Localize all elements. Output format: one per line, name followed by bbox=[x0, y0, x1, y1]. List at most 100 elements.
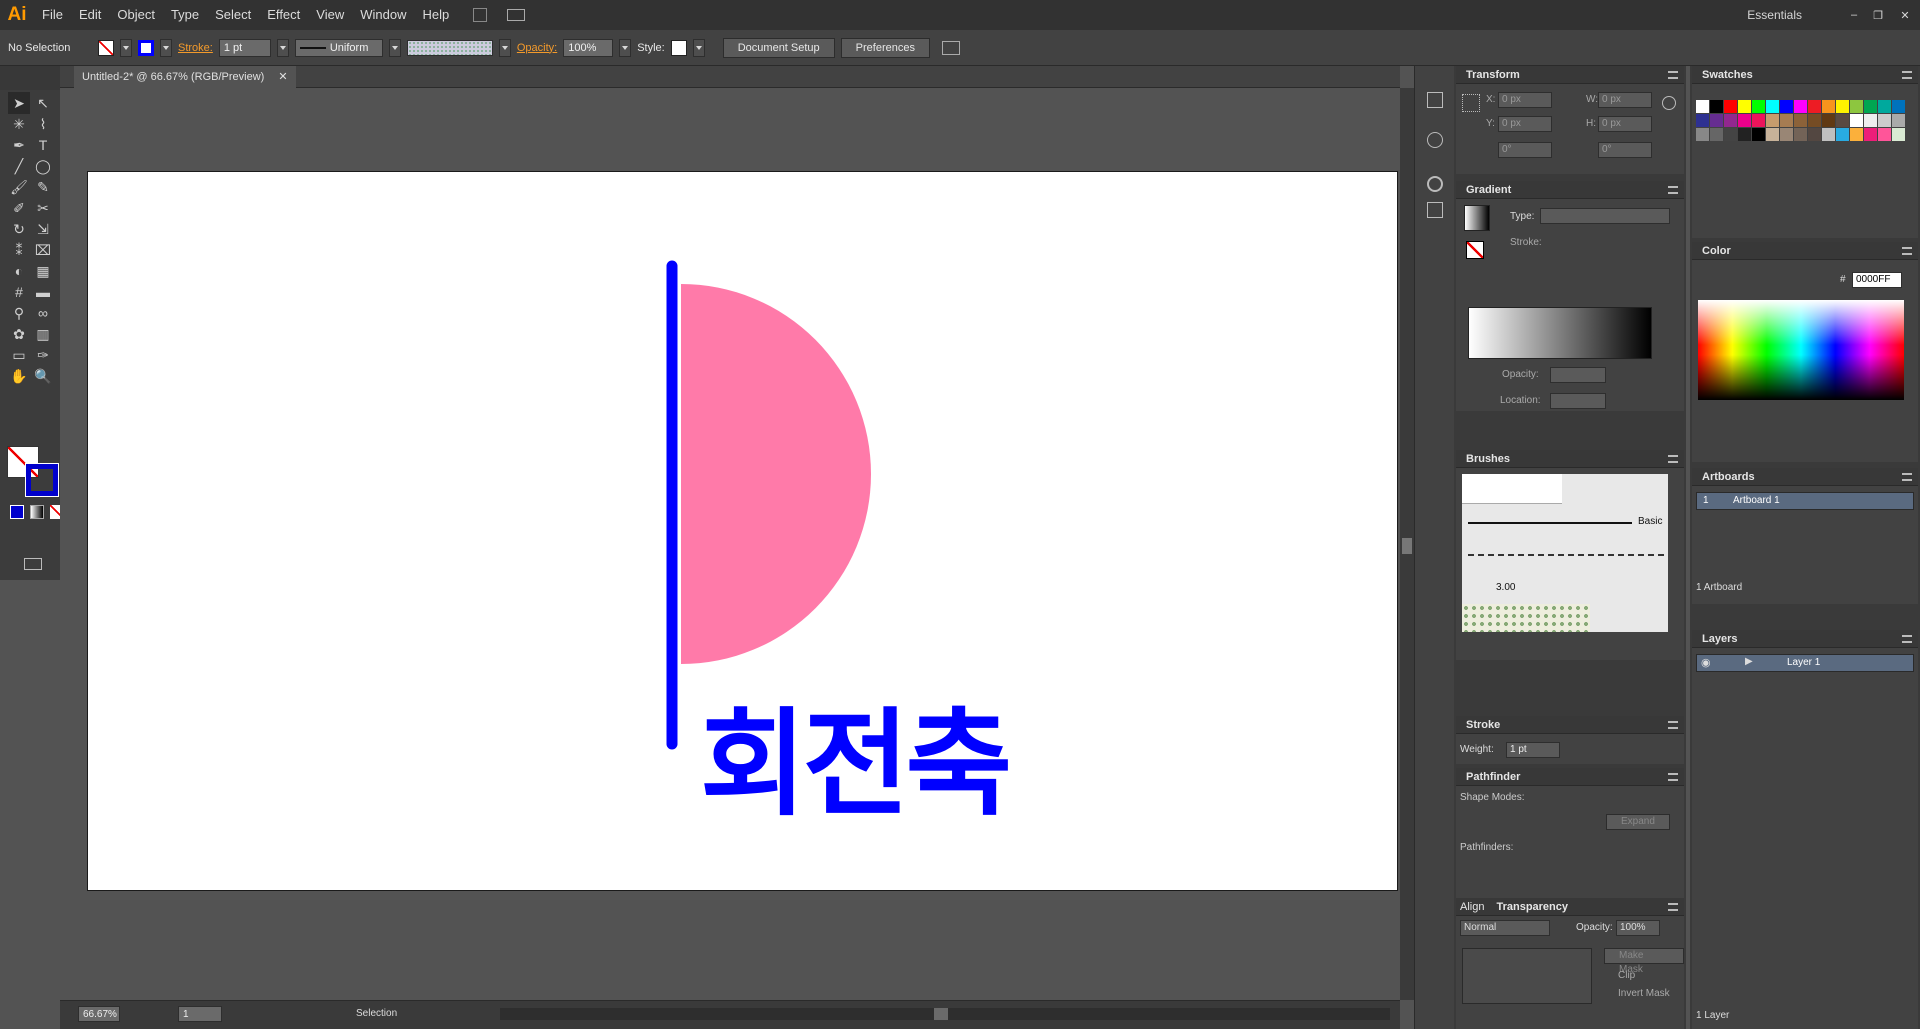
color-swatch[interactable] bbox=[1696, 128, 1709, 141]
rotate-tool-icon[interactable]: ↻ bbox=[8, 218, 30, 240]
color-swatch[interactable] bbox=[1822, 114, 1835, 127]
rotate-field[interactable]: 0° bbox=[1498, 142, 1552, 158]
gradient-title[interactable]: Gradient bbox=[1456, 181, 1684, 199]
stroke-color-swatch[interactable] bbox=[25, 463, 59, 497]
hex-field[interactable]: 0000FF bbox=[1852, 272, 1902, 288]
zoom-field[interactable]: 66.67% bbox=[78, 1006, 120, 1022]
gradient-mode-button[interactable] bbox=[30, 505, 44, 519]
color-swatch[interactable] bbox=[1752, 128, 1765, 141]
color-swatch[interactable] bbox=[1808, 128, 1821, 141]
color-spectrum[interactable] bbox=[1698, 300, 1904, 400]
color-swatch[interactable] bbox=[1738, 100, 1751, 113]
hand-tool-icon[interactable]: ✋ bbox=[8, 365, 30, 387]
opacity-dropdown[interactable] bbox=[619, 38, 632, 57]
w-field[interactable]: 0 px bbox=[1598, 92, 1652, 108]
stroke-dropdown[interactable] bbox=[160, 38, 172, 57]
blend-tool-icon[interactable]: ∞ bbox=[32, 302, 54, 324]
free-transform-tool-icon[interactable]: ⌧ bbox=[32, 239, 54, 261]
pen-tool-icon[interactable]: ✒ bbox=[8, 134, 30, 156]
blend-mode-dropdown[interactable]: Normal bbox=[1460, 920, 1550, 936]
color-swatch[interactable] bbox=[1822, 128, 1835, 141]
color-swatch[interactable] bbox=[1780, 114, 1793, 127]
document-tab[interactable]: Untitled-2* @ 66.67% (RGB/Preview) ✕ bbox=[74, 66, 296, 88]
color-swatch[interactable] bbox=[1808, 100, 1821, 113]
width-tool-icon[interactable]: ⁑ bbox=[8, 239, 30, 261]
color-swatch[interactable] bbox=[1808, 114, 1821, 127]
lasso-tool-icon[interactable]: ⌇ bbox=[32, 113, 54, 135]
expand-button[interactable]: Expand bbox=[1606, 814, 1670, 830]
color-swatch[interactable] bbox=[1766, 128, 1779, 141]
color-mode-button[interactable] bbox=[10, 505, 24, 519]
direct-selection-tool-icon[interactable]: ↖ bbox=[32, 92, 54, 114]
graphic-styles-icon[interactable] bbox=[1427, 202, 1443, 218]
brush-list[interactable]: Basic 3.00 bbox=[1462, 474, 1668, 632]
brushes-title[interactable]: Brushes bbox=[1456, 450, 1684, 468]
ellipse-tool-icon[interactable]: ◯ bbox=[32, 155, 54, 177]
align-tab[interactable]: Align bbox=[1460, 901, 1484, 913]
menu-edit[interactable]: Edit bbox=[71, 0, 109, 30]
minimize-button[interactable]: – bbox=[1842, 9, 1866, 21]
color-swatch[interactable] bbox=[1780, 128, 1793, 141]
menu-help[interactable]: Help bbox=[414, 0, 457, 30]
menu-select[interactable]: Select bbox=[207, 0, 259, 30]
opacity-label[interactable]: Opacity: bbox=[517, 42, 557, 54]
stroke-swatch[interactable] bbox=[138, 39, 154, 56]
color-swatch[interactable] bbox=[1766, 100, 1779, 113]
menu-type[interactable]: Type bbox=[163, 0, 207, 30]
color-swatch[interactable] bbox=[1836, 100, 1849, 113]
zoom-tool-icon[interactable]: 🔍 bbox=[32, 365, 54, 387]
opacity-field[interactable]: 100% bbox=[563, 38, 614, 57]
vertical-scrollbar[interactable] bbox=[1400, 88, 1414, 1000]
color-swatch[interactable] bbox=[1738, 114, 1751, 127]
bridge-icon[interactable] bbox=[473, 8, 488, 22]
brush-definition[interactable] bbox=[406, 39, 493, 56]
close-tab-icon[interactable]: ✕ bbox=[278, 71, 287, 83]
invert-mask-checkbox[interactable]: Invert Mask bbox=[1618, 988, 1670, 999]
variable-width-profile[interactable]: Uniform bbox=[294, 38, 383, 57]
swatch-grid[interactable] bbox=[1696, 100, 1906, 200]
workspace-switcher[interactable]: Essentials bbox=[1747, 8, 1802, 22]
fill-stroke-mini[interactable] bbox=[1466, 241, 1484, 259]
color-swatch[interactable] bbox=[1836, 114, 1849, 127]
stroke-title[interactable]: Stroke bbox=[1456, 716, 1684, 734]
color-swatch[interactable] bbox=[1794, 114, 1807, 127]
menu-file[interactable]: File bbox=[34, 0, 71, 30]
color-swatch[interactable] bbox=[1794, 100, 1807, 113]
pattern-brush[interactable] bbox=[1462, 604, 1590, 632]
line-segment-tool-icon[interactable]: ╱ bbox=[8, 155, 30, 177]
constrain-icon[interactable] bbox=[1662, 96, 1676, 110]
artboards-title[interactable]: Artboards bbox=[1692, 468, 1918, 486]
navigator-icon[interactable] bbox=[1427, 92, 1443, 108]
color-swatch[interactable] bbox=[1710, 100, 1723, 113]
artboard[interactable]: 회전축 bbox=[87, 171, 1398, 891]
symbols-icon[interactable] bbox=[1427, 132, 1443, 148]
color-swatch[interactable] bbox=[1836, 128, 1849, 141]
slice-tool-icon[interactable]: ✑ bbox=[32, 344, 54, 366]
color-swatch[interactable] bbox=[1710, 114, 1723, 127]
y-field[interactable]: 0 px bbox=[1498, 116, 1552, 132]
color-swatch[interactable] bbox=[1864, 128, 1877, 141]
screen-mode-button[interactable] bbox=[24, 558, 42, 570]
color-swatch[interactable] bbox=[1850, 114, 1863, 127]
stroke-weight-dropdown[interactable] bbox=[276, 38, 289, 57]
swatches-title[interactable]: Swatches bbox=[1692, 66, 1918, 84]
visibility-eye-icon[interactable]: ◉ bbox=[1701, 656, 1711, 669]
color-swatch[interactable] bbox=[1724, 128, 1737, 141]
blob-brush-tool-icon[interactable]: ✐ bbox=[8, 197, 30, 219]
transparency-tab[interactable]: Transparency bbox=[1496, 901, 1568, 913]
layer-row[interactable]: ◉ ▶ Layer 1 bbox=[1696, 654, 1914, 672]
pathfinder-title[interactable]: Pathfinder bbox=[1456, 768, 1684, 786]
axis-label-text[interactable]: 회전축 bbox=[700, 707, 1012, 823]
layers-title[interactable]: Layers bbox=[1692, 630, 1918, 648]
preferences-button[interactable]: Preferences bbox=[840, 37, 930, 58]
horizontal-scrollbar[interactable] bbox=[500, 1008, 1390, 1020]
stroke-weight-field[interactable]: 1 pt bbox=[218, 38, 271, 57]
color-swatch[interactable] bbox=[1766, 114, 1779, 127]
type-tool-icon[interactable]: T bbox=[32, 134, 54, 156]
color-swatch[interactable] bbox=[1822, 100, 1835, 113]
shape-builder-tool-icon[interactable]: ◐ bbox=[8, 260, 30, 282]
color-title[interactable]: Color bbox=[1692, 242, 1918, 260]
gradient-slider[interactable] bbox=[1468, 307, 1652, 359]
expand-layer-icon[interactable]: ▶ bbox=[1745, 656, 1753, 667]
stroke-label[interactable]: Stroke: bbox=[178, 42, 213, 54]
